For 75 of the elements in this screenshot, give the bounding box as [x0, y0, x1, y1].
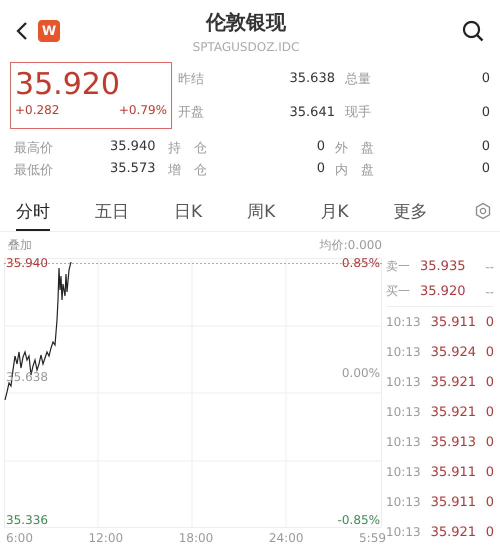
- axis-label: 18:00: [178, 531, 214, 545]
- order-price: 35.920: [420, 284, 466, 299]
- trade-price: 35.921: [430, 524, 476, 540]
- axis-label: 6:00: [6, 531, 33, 545]
- stat-value: 0: [480, 161, 490, 178]
- stat-value: 0: [316, 161, 325, 178]
- trade-price: 35.913: [430, 434, 476, 450]
- order-side: 卖一: [386, 258, 410, 275]
- axis-label: 5:59: [359, 531, 386, 545]
- stat-value: 35.638: [288, 71, 335, 86]
- search-icon[interactable]: [462, 20, 484, 42]
- axis-label: 0.00%: [342, 366, 380, 380]
- axis-label: 12:00: [88, 531, 124, 545]
- trade-time: 10:13: [386, 405, 421, 419]
- app-logo: W: [38, 20, 60, 42]
- trade-volume: 0: [486, 344, 494, 360]
- trade-price: 35.921: [430, 374, 476, 390]
- stat-value: 0: [480, 71, 490, 86]
- order-volume: --: [485, 260, 494, 274]
- stat-label: 最高价: [14, 140, 54, 157]
- trade-price: 35.911: [430, 494, 476, 510]
- trade-volume: 0: [486, 434, 494, 450]
- trade-price: 35.911: [430, 314, 476, 330]
- stat-label: 总量: [344, 70, 372, 88]
- order-price: 35.935: [420, 259, 466, 274]
- page-title: 伦敦银现: [206, 8, 286, 36]
- trade-volume: 0: [486, 464, 494, 480]
- chart-tab[interactable]: 周K: [247, 192, 276, 230]
- stat-label: 增 仓: [167, 162, 208, 179]
- trade-price: 35.921: [430, 404, 476, 420]
- trade-volume: 0: [486, 374, 494, 390]
- trade-volume: 0: [486, 494, 494, 510]
- axis-label: 0.85%: [342, 256, 380, 270]
- stat-value: 35.573: [110, 161, 152, 178]
- stat-label: 现手: [344, 104, 372, 122]
- trade-volume: 0: [486, 314, 494, 330]
- axis-label: -0.85%: [338, 513, 380, 527]
- stat-value: 0: [480, 104, 490, 120]
- stat-label: 外 盘: [334, 140, 375, 157]
- trade-time: 10:13: [386, 345, 421, 359]
- stat-value: 35.641: [288, 104, 335, 120]
- trade-time: 10:13: [386, 315, 421, 329]
- symbol-code: SPTAGUSDOZ.IDC: [192, 40, 300, 54]
- chart-tab[interactable]: 五日: [95, 192, 129, 230]
- stat-value: 0: [316, 139, 325, 156]
- chart-tab[interactable]: 分时: [16, 192, 50, 230]
- average-price: 均价:0.000: [320, 236, 382, 254]
- back-icon[interactable]: [16, 21, 28, 41]
- chart-tab[interactable]: 月K: [320, 192, 348, 230]
- axis-label: 35.940: [6, 256, 48, 270]
- order-side: 买一: [386, 283, 410, 300]
- axis-label: 35.336: [6, 513, 48, 527]
- stat-label: 持 仓: [167, 140, 208, 157]
- trade-volume: 0: [486, 404, 494, 420]
- trade-price: 35.911: [430, 464, 476, 480]
- price-change: +0.282: [15, 103, 60, 117]
- percent-change: +0.79%: [118, 103, 167, 117]
- order-volume: --: [485, 284, 494, 298]
- settings-icon[interactable]: [474, 202, 492, 220]
- axis-label: 24:00: [268, 531, 304, 545]
- trade-time: 10:13: [386, 435, 421, 449]
- trade-time: 10:13: [386, 495, 421, 509]
- trade-price: 35.924: [430, 344, 476, 360]
- trade-time: 10:13: [386, 465, 421, 479]
- stat-label: 内 盘: [334, 162, 375, 179]
- stat-label: 最低价: [14, 162, 54, 179]
- stat-label: 开盘: [178, 104, 205, 122]
- chart-tab[interactable]: 更多: [393, 192, 428, 230]
- trade-volume: 0: [486, 524, 494, 540]
- last-price: 35.920: [15, 67, 121, 103]
- chart-tab[interactable]: 日K: [174, 192, 202, 230]
- trade-time: 10:13: [386, 525, 421, 539]
- trade-time: 10:13: [386, 375, 421, 389]
- stat-label: 昨结: [178, 70, 205, 88]
- stat-value: 0: [480, 139, 490, 156]
